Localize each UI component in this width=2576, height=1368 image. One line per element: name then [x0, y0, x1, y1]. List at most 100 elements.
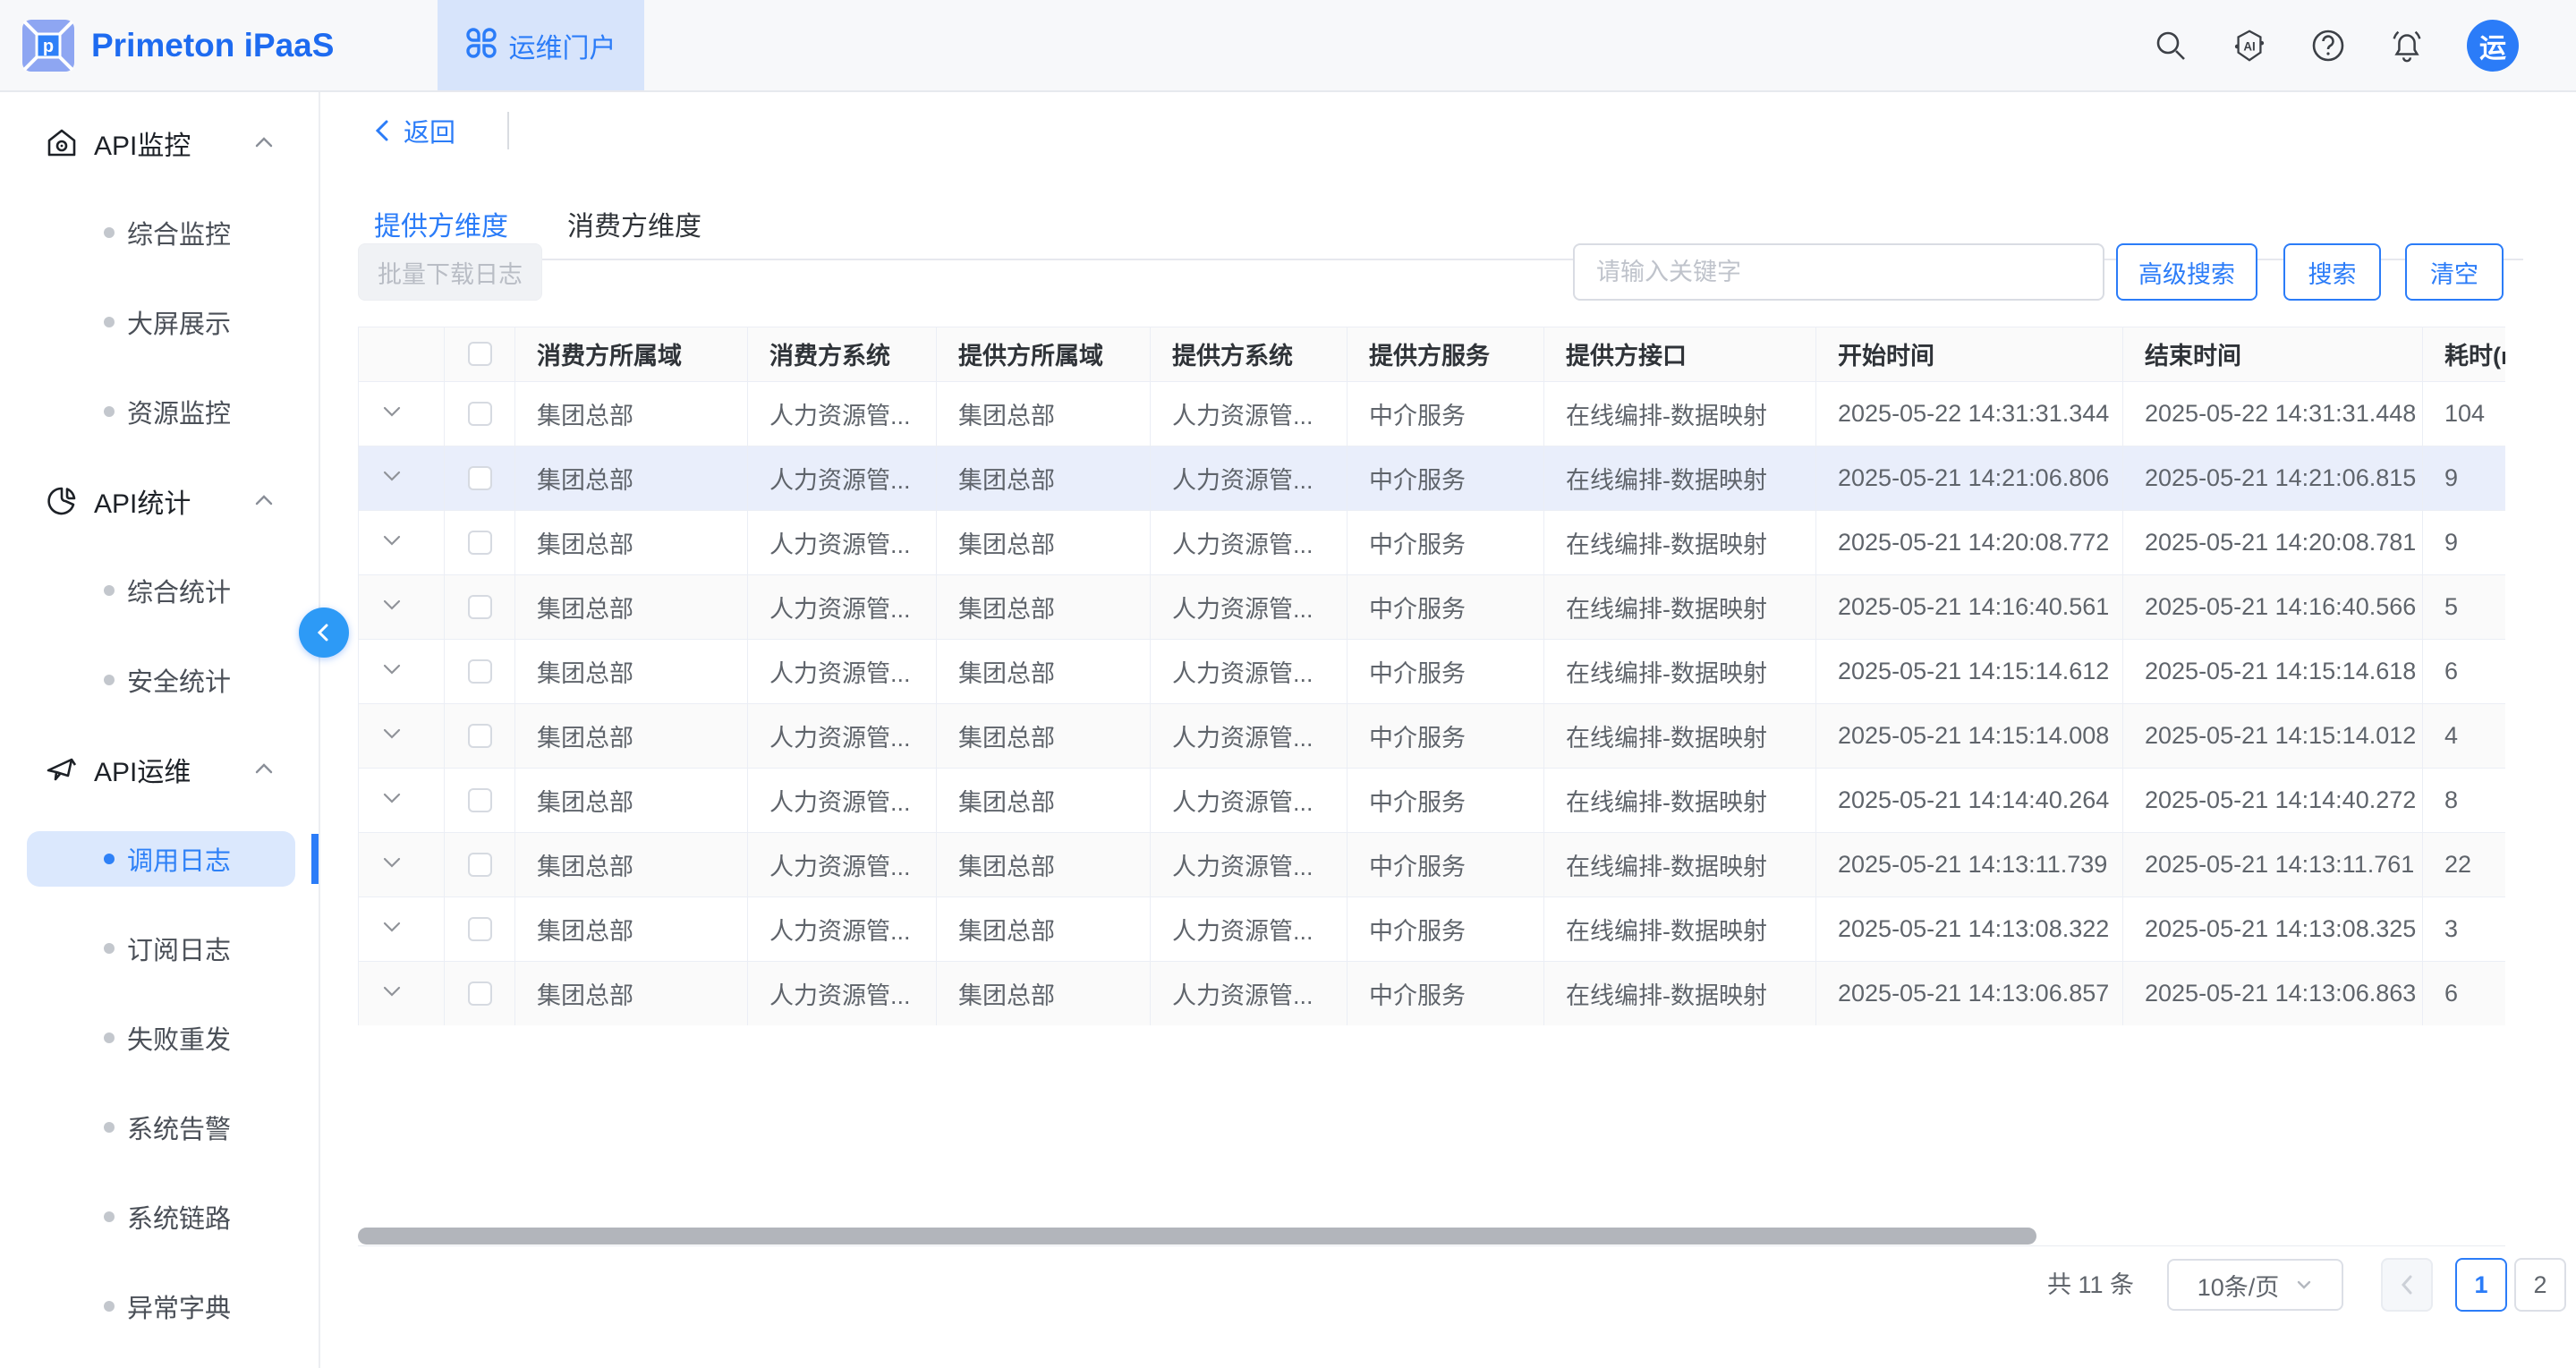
expand-cell: [359, 639, 445, 703]
cell-end_time: 2025-05-21 14:13:11.761: [2123, 832, 2423, 896]
cell-provider_service: 中介服务: [1348, 832, 1544, 896]
sidebar-item-资源监控[interactable]: 资源监控: [0, 367, 319, 456]
search-button[interactable]: 搜索: [2283, 243, 2381, 301]
search-icon[interactable]: [2152, 27, 2189, 64]
cell-start_time: 2025-05-21 14:16:40.561: [1816, 574, 2123, 639]
sidebar-item-系统链路[interactable]: 系统链路: [0, 1172, 319, 1262]
row-expand-icon[interactable]: [380, 914, 404, 944]
sidebar-group-API运维[interactable]: API运维: [0, 725, 319, 814]
cell-provider_service: 中介服务: [1348, 768, 1544, 832]
row-checkbox[interactable]: [468, 595, 492, 619]
cell-provider_service: 中介服务: [1348, 381, 1544, 446]
row-expand-icon[interactable]: [380, 979, 404, 1008]
svg-text:p: p: [43, 37, 54, 56]
brand-logo[interactable]: p Primeton iPaaS: [21, 0, 334, 90]
sidebar-item-label: 综合统计: [127, 572, 231, 609]
row-checkbox[interactable]: [468, 981, 492, 1006]
row-expand-icon[interactable]: [380, 786, 404, 815]
table-row[interactable]: 集团总部人力资源管...集团总部人力资源管...中介服务在线编排-数据映射202…: [359, 768, 2506, 832]
advanced-search-button[interactable]: 高级搜索: [2116, 243, 2257, 301]
horizontal-scrollbar-thumb[interactable]: [358, 1228, 2036, 1245]
cell-end_time: 2025-05-21 14:15:14.618: [2123, 639, 2423, 703]
row-expand-icon[interactable]: [380, 463, 404, 493]
ai-assistant-icon[interactable]: AI: [2231, 27, 2268, 64]
bullet-icon: [104, 943, 115, 954]
page-size-select[interactable]: 10条/页: [2167, 1259, 2343, 1311]
sidebar-item-综合监控[interactable]: 综合监控: [0, 188, 319, 277]
cell-provider_system: 人力资源管...: [1151, 639, 1348, 703]
cell-provider_service: 中介服务: [1348, 510, 1544, 574]
pie-icon: [45, 484, 79, 518]
row-expand-icon[interactable]: [380, 721, 404, 751]
cell-start_time: 2025-05-21 14:20:08.772: [1816, 510, 2123, 574]
sidebar-item-失败重发[interactable]: 失败重发: [0, 993, 319, 1083]
sidebar-item-系统告警[interactable]: 系统告警: [0, 1083, 319, 1172]
cell-consumer_system: 人力资源管...: [748, 446, 937, 510]
sidebar-item-label: 系统告警: [127, 1109, 231, 1146]
cell-duration_ms: 104: [2423, 381, 2506, 446]
cell-provider_domain: 集团总部: [937, 446, 1151, 510]
sidebar-item-综合统计[interactable]: 综合统计: [0, 546, 319, 635]
table-row[interactable]: 集团总部人力资源管...集团总部人力资源管...中介服务在线编排-数据映射202…: [359, 510, 2506, 574]
grid-icon: [466, 28, 497, 63]
row-expand-icon[interactable]: [380, 592, 404, 622]
cell-start_time: 2025-05-21 14:13:11.739: [1816, 832, 2123, 896]
sidebar-item-安全统计[interactable]: 安全统计: [0, 635, 319, 725]
batch-download-button[interactable]: 批量下载日志: [358, 243, 542, 301]
portal-tab-ops[interactable]: 运维门户: [438, 0, 644, 90]
row-expand-icon[interactable]: [380, 399, 404, 429]
top-right-icons: AI 运: [2152, 0, 2519, 90]
row-expand-icon[interactable]: [380, 850, 404, 879]
keyword-search-input[interactable]: [1573, 243, 2104, 301]
sidebar-group-API统计[interactable]: API统计: [0, 456, 319, 546]
select-all-checkbox[interactable]: [468, 342, 492, 366]
sidebar-item-调用日志[interactable]: 调用日志: [0, 814, 319, 904]
back-row: 返回: [371, 112, 509, 149]
bullet-icon: [104, 1032, 115, 1043]
back-button[interactable]: 返回: [371, 112, 455, 149]
sidebar-group-API监控[interactable]: API监控: [0, 98, 319, 188]
cell-start_time: 2025-05-22 14:31:31.344: [1816, 381, 2123, 446]
checkbox-cell: [445, 446, 515, 510]
table-row[interactable]: 集团总部人力资源管...集团总部人力资源管...中介服务在线编排-数据映射202…: [359, 832, 2506, 896]
expand-cell: [359, 381, 445, 446]
table-row[interactable]: 集团总部人力资源管...集团总部人力资源管...中介服务在线编排-数据映射202…: [359, 639, 2506, 703]
cell-duration_ms: 9: [2423, 446, 2506, 510]
row-expand-icon[interactable]: [380, 528, 404, 557]
cell-end_time: 2025-05-21 14:14:40.272: [2123, 768, 2423, 832]
table-row[interactable]: 集团总部人力资源管...集团总部人力资源管...中介服务在线编排-数据映射202…: [359, 574, 2506, 639]
row-checkbox[interactable]: [468, 724, 492, 748]
table-row[interactable]: 集团总部人力资源管...集团总部人力资源管...中介服务在线编排-数据映射202…: [359, 381, 2506, 446]
user-avatar[interactable]: 运: [2467, 20, 2519, 72]
table-row[interactable]: 集团总部人力资源管...集团总部人力资源管...中介服务在线编排-数据映射202…: [359, 446, 2506, 510]
row-checkbox[interactable]: [468, 402, 492, 426]
row-checkbox[interactable]: [468, 917, 492, 941]
table-row[interactable]: 集团总部人力资源管...集团总部人力资源管...中介服务在线编排-数据映射202…: [359, 703, 2506, 768]
row-checkbox[interactable]: [468, 466, 492, 490]
table-row[interactable]: 集团总部人力资源管...集团总部人力资源管...中介服务在线编排-数据映射202…: [359, 896, 2506, 961]
sidebar-collapse-button[interactable]: [299, 608, 349, 658]
notification-bell-icon[interactable]: [2388, 27, 2426, 64]
page-button-2[interactable]: 2: [2514, 1258, 2566, 1312]
expand-cell: [359, 446, 445, 510]
page-button-1[interactable]: 1: [2455, 1258, 2507, 1312]
prev-page-button[interactable]: [2381, 1258, 2433, 1312]
cell-provider_domain: 集团总部: [937, 896, 1151, 961]
sidebar-item-大屏展示[interactable]: 大屏展示: [0, 277, 319, 367]
sidebar-item-订阅日志[interactable]: 订阅日志: [0, 904, 319, 993]
row-checkbox[interactable]: [468, 659, 492, 684]
row-checkbox[interactable]: [468, 531, 492, 555]
row-expand-icon[interactable]: [380, 657, 404, 686]
sidebar-item-异常字典[interactable]: 异常字典: [0, 1262, 319, 1351]
help-icon[interactable]: [2309, 27, 2347, 64]
table-row[interactable]: 集团总部人力资源管...集团总部人力资源管...中介服务在线编排-数据映射202…: [359, 961, 2506, 1025]
svg-text:AI: AI: [2243, 39, 2255, 53]
expand-cell: [359, 574, 445, 639]
clear-button[interactable]: 清空: [2405, 243, 2504, 301]
row-checkbox[interactable]: [468, 788, 492, 812]
cell-provider_interface: 在线编排-数据映射: [1544, 768, 1816, 832]
row-checkbox[interactable]: [468, 853, 492, 877]
cell-provider_domain: 集团总部: [937, 703, 1151, 768]
cell-consumer_system: 人力资源管...: [748, 703, 937, 768]
cell-provider_domain: 集团总部: [937, 381, 1151, 446]
